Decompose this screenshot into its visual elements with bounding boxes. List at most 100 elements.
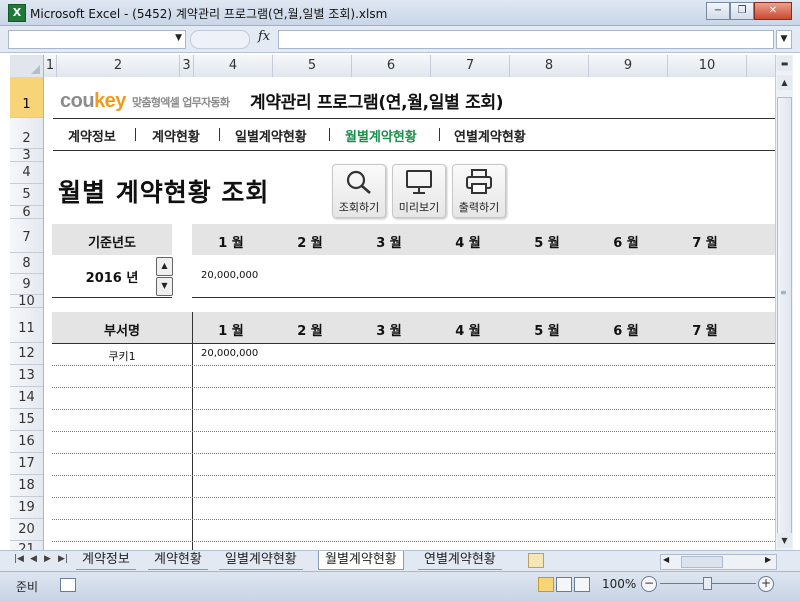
row-header[interactable]: 9 <box>10 274 43 295</box>
sheet-tab-contract-info[interactable]: 계약정보 <box>76 551 136 570</box>
month-header: 7 월 <box>692 324 718 339</box>
page-layout-view-icon[interactable] <box>556 577 572 592</box>
column-header[interactable]: 2 <box>57 55 180 77</box>
vertical-scrollbar[interactable]: ▬ ▲ ≡ ▼ <box>775 55 793 550</box>
row-headers: 1 2 3 4 5 6 7 8 9 10 11 12 13 14 15 16 1… <box>10 77 44 550</box>
row-header[interactable]: 8 <box>10 253 43 274</box>
spin-up-icon[interactable]: ▲ <box>156 257 173 276</box>
formula-input[interactable] <box>278 30 774 49</box>
column-header[interactable]: 8 <box>510 55 589 77</box>
row-header[interactable]: 10 <box>10 295 43 308</box>
row-header[interactable]: 1 <box>10 77 43 118</box>
column-header[interactable]: 6 <box>352 55 431 77</box>
column-header[interactable]: 3 <box>180 55 194 77</box>
row-divider <box>52 497 775 498</box>
scroll-right-icon[interactable]: ▶ <box>765 555 771 564</box>
title-bar: X Microsoft Excel - (5452) 계약관리 프로그램(연,월… <box>0 0 800 26</box>
scroll-up-icon[interactable]: ▲ <box>777 75 792 90</box>
name-box[interactable]: ▼ <box>8 30 186 49</box>
month-header: 6 월 <box>613 236 639 251</box>
column-header[interactable]: 9 <box>589 55 668 77</box>
menu-item-yearly-status[interactable]: 연별계약현황 <box>454 126 526 145</box>
divider <box>192 297 775 298</box>
zoom-level[interactable]: 100% <box>602 577 636 591</box>
close-button[interactable]: ✕ <box>754 2 792 20</box>
month-header: 6 월 <box>613 324 639 339</box>
app-title: 계약관리 프로그램(연,월,일별 조회) <box>250 93 504 113</box>
print-button-label: 출력하기 <box>458 201 500 214</box>
print-button[interactable]: 출력하기 <box>452 164 506 218</box>
insert-sheet-icon[interactable] <box>528 553 544 568</box>
month-header: 4 월 <box>455 324 481 339</box>
macro-record-icon[interactable] <box>60 578 76 592</box>
row-header[interactable]: 7 <box>10 219 43 253</box>
scroll-thumb[interactable] <box>777 97 792 537</box>
search-button[interactable]: 조회하기 <box>332 164 386 218</box>
column-header[interactable]: 7 <box>431 55 510 77</box>
minimize-button[interactable]: − <box>706 2 730 20</box>
column-header[interactable]: 4 <box>194 55 273 77</box>
row-header[interactable]: 21 <box>10 541 43 550</box>
month-header: 7 월 <box>692 236 718 251</box>
dept-value-jan[interactable]: 20,000,000 <box>201 348 258 359</box>
row-header[interactable]: 20 <box>10 519 43 541</box>
formula-bar-divider[interactable] <box>190 30 250 49</box>
sheet-tab-contract-status[interactable]: 계약현황 <box>148 551 208 570</box>
menu-item-contract-info[interactable]: 계약정보 <box>68 126 116 145</box>
sheet-tab-monthly-status[interactable]: 월별계약현황 <box>318 551 404 570</box>
row-header[interactable]: 5 <box>10 184 43 206</box>
prev-sheet-icon[interactable]: ◀ <box>30 554 37 564</box>
restore-button[interactable]: ❐ <box>730 2 754 20</box>
row-header[interactable]: 14 <box>10 387 43 409</box>
column-header[interactable]: 10 <box>668 55 747 77</box>
year-value[interactable]: 2016 년 <box>52 267 172 286</box>
row-header[interactable]: 11 <box>10 308 43 343</box>
month-header: 8 <box>745 232 775 247</box>
dept-name[interactable]: 쿠키1 <box>52 348 192 364</box>
year-label: 기준년도 <box>88 236 136 251</box>
worksheet[interactable]: coukey 맞춤형엑셀 업무자동화 계약관리 프로그램(연,월,일별 조회) … <box>44 77 775 550</box>
row-header[interactable]: 19 <box>10 497 43 519</box>
row-header[interactable]: 16 <box>10 431 43 453</box>
zoom-slider-thumb[interactable] <box>703 577 712 590</box>
last-sheet-icon[interactable]: ▶| <box>58 554 68 564</box>
menu-item-contract-status[interactable]: 계약현황 <box>152 126 200 145</box>
scroll-left-icon[interactable]: ◀ <box>663 555 669 564</box>
menu-item-daily-status[interactable]: 일별계약현황 <box>235 126 307 145</box>
preview-button[interactable]: 미리보기 <box>392 164 446 218</box>
row-header[interactable]: 3 <box>10 149 43 162</box>
row-header[interactable]: 4 <box>10 162 43 184</box>
scroll-thumb[interactable] <box>681 556 723 568</box>
horizontal-scrollbar[interactable]: ◀ ▶ <box>660 554 777 570</box>
split-handle-icon[interactable]: ▬ <box>777 56 792 71</box>
next-sheet-icon[interactable]: ▶ <box>44 554 51 564</box>
insert-function-icon[interactable]: fx <box>258 29 270 44</box>
select-all-corner[interactable] <box>10 55 44 78</box>
row-header[interactable]: 15 <box>10 409 43 431</box>
row-header[interactable]: 18 <box>10 475 43 497</box>
spin-down-icon[interactable]: ▼ <box>156 277 173 296</box>
row-header[interactable]: 17 <box>10 453 43 475</box>
sheet-tab-daily-status[interactable]: 일별계약현황 <box>219 551 303 570</box>
zoom-in-icon[interactable]: + <box>758 576 774 592</box>
first-sheet-icon[interactable]: |◀ <box>14 554 24 564</box>
column-header[interactable]: 5 <box>273 55 352 77</box>
excel-app-icon[interactable]: X <box>8 4 26 22</box>
zoom-out-icon[interactable]: − <box>641 576 657 592</box>
month-header: 2 월 <box>297 324 323 339</box>
divider <box>52 343 775 344</box>
row-header[interactable]: 6 <box>10 206 43 219</box>
row-header[interactable]: 2 <box>10 118 43 149</box>
page-break-view-icon[interactable] <box>574 577 590 592</box>
expand-formula-bar-icon[interactable]: ▼ <box>776 30 792 49</box>
scroll-down-icon[interactable]: ▼ <box>777 533 792 548</box>
row-header[interactable]: 12 <box>10 343 43 365</box>
row-header[interactable]: 13 <box>10 365 43 387</box>
row-divider <box>52 387 775 388</box>
column-header[interactable]: 1 <box>44 55 57 77</box>
menu-item-monthly-status[interactable]: 월별계약현황 <box>345 126 417 145</box>
sheet-tab-yearly-status[interactable]: 연별계약현황 <box>418 551 502 570</box>
chevron-down-icon[interactable]: ▼ <box>175 33 182 43</box>
normal-view-icon[interactable] <box>538 577 554 592</box>
preview-button-label: 미리보기 <box>398 201 440 214</box>
